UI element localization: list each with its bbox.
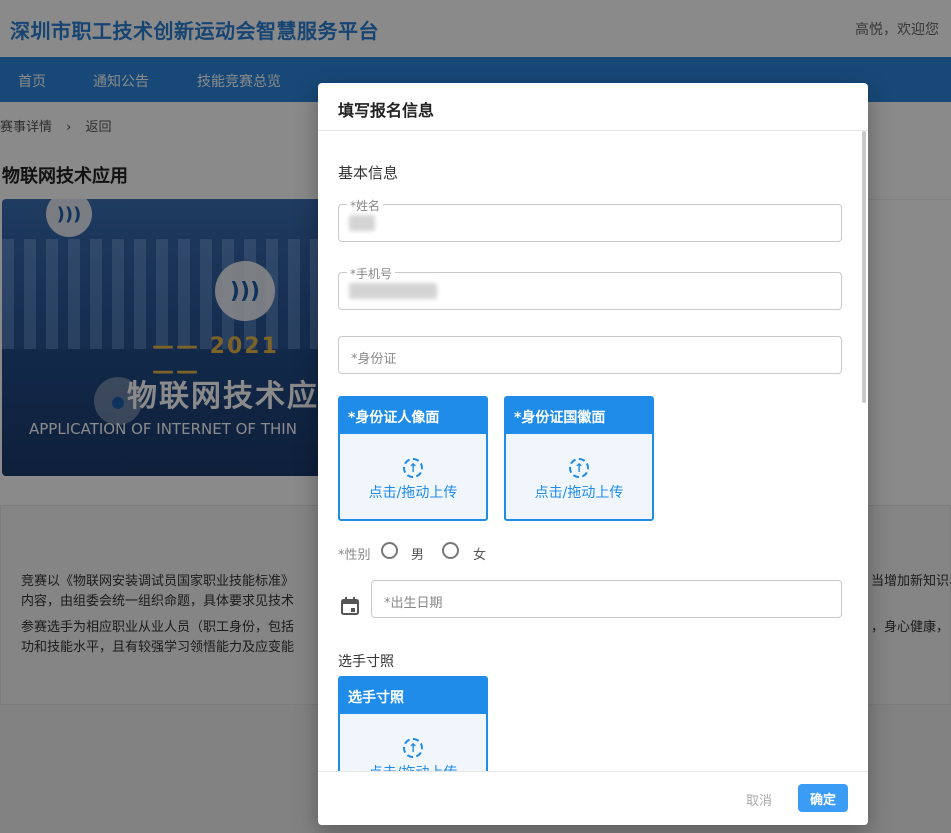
upload-arrow-icon: ↑	[403, 458, 423, 478]
gender-female-label[interactable]: 女	[473, 544, 486, 563]
id-front-upload-text: 点击/拖动上传	[368, 485, 458, 501]
upload-arrow-icon: ↑	[403, 738, 423, 758]
id-back-upload-header: *身份证国徽面	[506, 398, 652, 434]
photo-upload-header: 选手寸照	[340, 678, 486, 714]
birth-date-field[interactable]: *出生日期	[371, 580, 842, 618]
id-card-placeholder: *身份证	[351, 352, 397, 367]
photo-upload[interactable]: 选手寸照 ↑ 点击/拖动上传	[338, 676, 488, 771]
id-back-upload-text: 点击/拖动上传	[534, 485, 624, 501]
name-value-redacted	[349, 215, 375, 231]
cancel-button[interactable]: 取消	[746, 790, 772, 809]
birth-date-placeholder: *出生日期	[384, 596, 443, 611]
gender-female-radio[interactable]	[442, 542, 459, 559]
phone-label: *手机号	[347, 265, 396, 282]
id-back-upload[interactable]: *身份证国徽面 ↑ 点击/拖动上传	[504, 396, 654, 521]
id-front-upload[interactable]: *身份证人像面 ↑ 点击/拖动上传	[338, 396, 488, 521]
dialog-footer: 取消 确定	[318, 771, 868, 825]
id-front-upload-header: *身份证人像面	[340, 398, 486, 434]
calendar-icon[interactable]	[340, 596, 360, 616]
name-label: *姓名	[347, 197, 384, 214]
basic-info-title: 基本信息	[338, 164, 399, 182]
dialog-title: 填写报名信息	[318, 83, 868, 131]
photo-section-title: 选手寸照	[338, 654, 394, 670]
dialog-body: 基本信息 *姓名 *手机号 *身份证 *身份证人像面 ↑ 点击/拖动上传 *身份…	[318, 131, 868, 771]
gender-male-label[interactable]: 男	[411, 544, 424, 563]
gender-label: *性别	[338, 548, 371, 563]
name-field[interactable]: *姓名	[338, 197, 842, 242]
gender-male-radio[interactable]	[381, 542, 398, 559]
registration-dialog: 填写报名信息 基本信息 *姓名 *手机号 *身份证 *身份证人像面 ↑ 点击/拖…	[318, 83, 868, 825]
phone-value-redacted	[349, 283, 437, 299]
upload-arrow-icon: ↑	[569, 458, 589, 478]
photo-upload-text: 点击/拖动上传	[340, 762, 486, 771]
phone-field[interactable]: *手机号	[338, 265, 842, 310]
confirm-button[interactable]: 确定	[798, 784, 848, 812]
id-card-field[interactable]: *身份证	[338, 336, 842, 374]
